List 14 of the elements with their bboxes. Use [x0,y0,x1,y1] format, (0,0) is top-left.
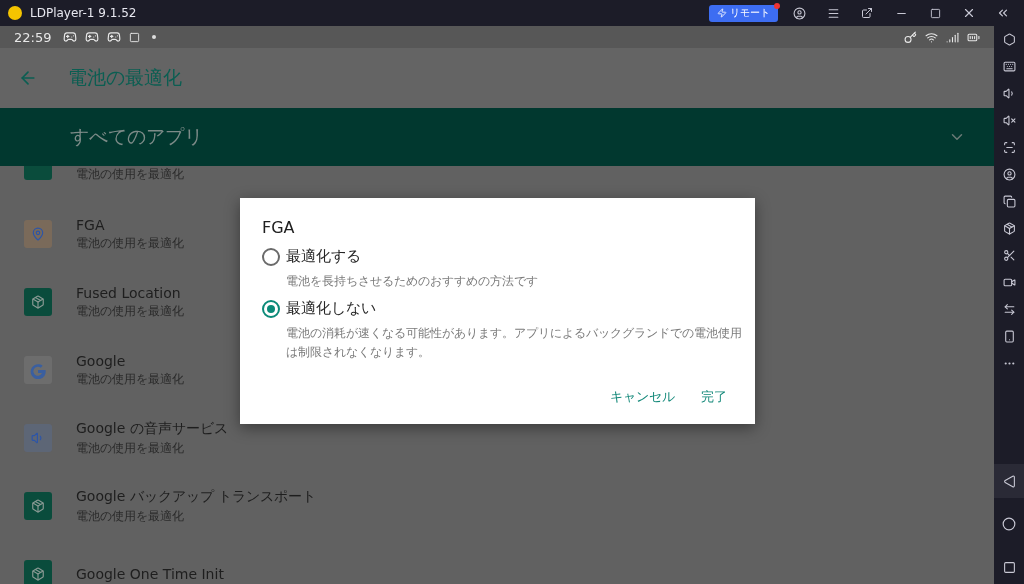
option-description: 電池を長持ちさせるためのおすすめの方法です [286,273,539,290]
option-label: 最適化する [286,247,361,266]
option-label: 最適化しない [286,299,376,318]
clock: 22:59 [14,29,52,45]
page-title: 電池の最適化 [68,65,182,90]
option-description: 電池の消耗が速くなる可能性があります。アプリによるバックグランドでの電池使用は制限されなくなります。 [286,325,743,361]
app-name: Google [76,352,127,369]
app-name: FGA [76,216,106,233]
dialog-title: FGA [262,218,296,237]
app-name: Google One Time Init [76,566,224,582]
window-title: LDPlayer-1 9.1.52 [30,6,138,20]
app-name: Google バックアップ トランスポート [76,487,317,506]
app-name: Fused Location [76,284,182,301]
app-name: Google の音声サービス [76,419,228,438]
